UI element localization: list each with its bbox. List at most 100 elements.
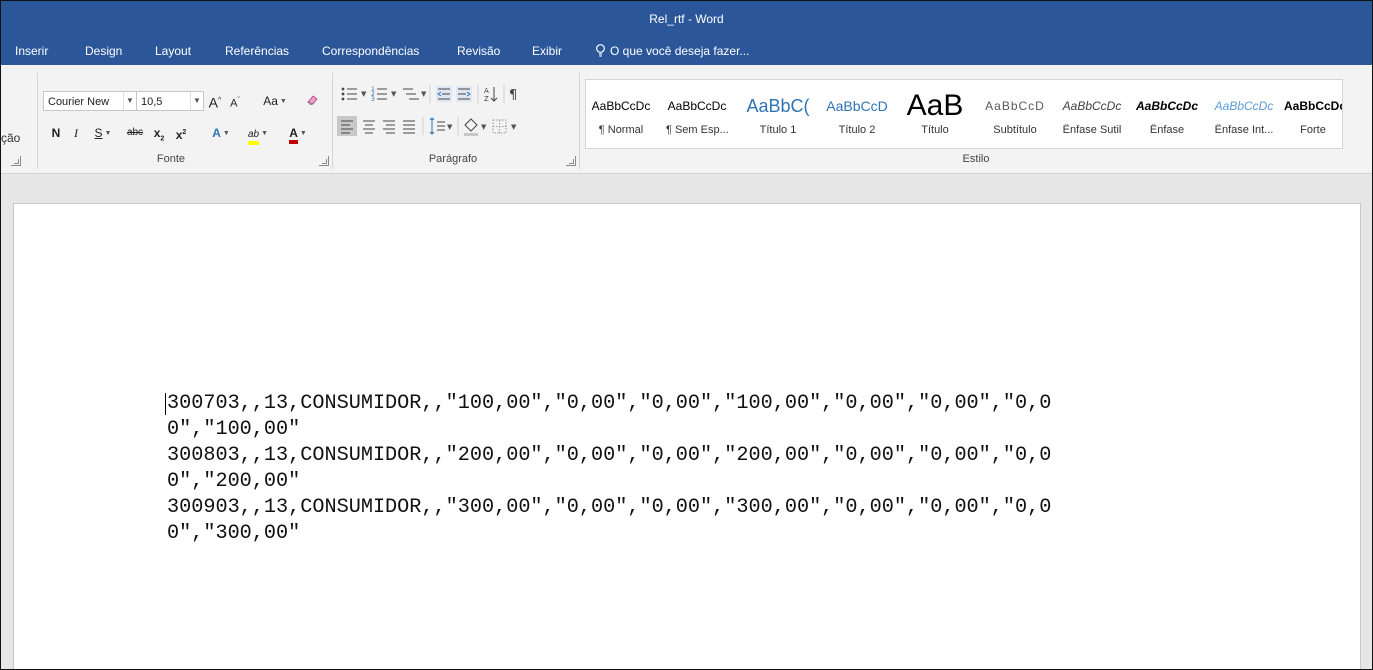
- tab-revisao[interactable]: Revisão: [457, 37, 500, 65]
- text-cursor: [165, 393, 166, 415]
- increase-indent-icon[interactable]: [456, 86, 472, 102]
- style-name: Título 2: [838, 124, 876, 136]
- style-subtitulo[interactable]: AaBbCcD Subtítulo: [980, 80, 1050, 148]
- pilcrow-icon[interactable]: ¶: [509, 88, 517, 103]
- font-color-button[interactable]: A ▼: [282, 122, 314, 144]
- style-sem-espacamento[interactable]: AaBbCcDc ¶ Sem Esp...: [666, 80, 728, 148]
- bold-button[interactable]: N: [47, 122, 65, 144]
- window-title: Rel_rtf - Word: [649, 12, 724, 26]
- decrease-indent-icon[interactable]: [436, 86, 452, 102]
- justify-icon[interactable]: [403, 120, 415, 134]
- tab-exibir[interactable]: Exibir: [532, 37, 562, 65]
- shading-icon[interactable]: ▼: [464, 118, 487, 136]
- style-name: Forte: [1300, 124, 1326, 136]
- superscript-button[interactable]: x2: [171, 122, 191, 144]
- tab-layout[interactable]: Layout: [155, 37, 191, 65]
- style-normal[interactable]: AaBbCcDc ¶ Normal: [590, 80, 652, 148]
- paragraph-launcher-icon[interactable]: [566, 156, 576, 166]
- underline-icon: S: [94, 126, 103, 140]
- tab-referencias[interactable]: Referências: [225, 37, 289, 65]
- clear-formatting-button[interactable]: [301, 90, 323, 112]
- style-titulo-1[interactable]: AaBbC( Título 1: [743, 80, 813, 148]
- style-name: Título 1: [759, 124, 797, 136]
- tab-design[interactable]: Design: [85, 37, 122, 65]
- style-titulo-2[interactable]: AaBbCcD Título 2: [822, 80, 892, 148]
- chevron-down-icon: ▼: [123, 92, 136, 110]
- chevron-down-icon: ▼: [190, 92, 203, 110]
- chevron-down-icon: ▼: [299, 130, 307, 137]
- styles-group-label: Estilo: [962, 153, 990, 165]
- italic-button[interactable]: I: [67, 122, 85, 144]
- style-name: Ênfase Int...: [1214, 124, 1274, 136]
- styles-gallery: AaBbCcDc ¶ Normal AaBbCcDc ¶ Sem Esp... …: [585, 79, 1343, 149]
- align-right-icon[interactable]: [383, 120, 395, 134]
- group-separator: [579, 73, 580, 169]
- style-sample: AaBbCcDc: [667, 99, 727, 113]
- style-name: Título: [921, 124, 949, 136]
- style-enfase-intensa[interactable]: AaBbCcDc Ênfase Int...: [1209, 80, 1279, 148]
- clipboard-group-partial-label: ção: [1, 131, 21, 145]
- font-name-value: Courier New: [48, 96, 110, 108]
- chevron-down-icon: ▼: [222, 130, 230, 137]
- style-sample: AaBbCcDc: [1284, 99, 1342, 113]
- style-enfase-sutil[interactable]: AaBbCcDc Ênfase Sutil: [1056, 80, 1128, 148]
- document-body[interactable]: 300703,,13,CONSUMIDOR,,"100,00","0,00","…: [167, 391, 1247, 547]
- grow-font-icon: A: [208, 94, 219, 111]
- font-launcher-icon[interactable]: [319, 156, 329, 166]
- svg-text:▼: ▼: [361, 90, 367, 98]
- highlight-button[interactable]: ab ▼: [241, 122, 275, 145]
- svg-text:Z: Z: [484, 95, 489, 103]
- borders-icon[interactable]: ▼: [492, 119, 517, 134]
- subscript-button[interactable]: x2: [149, 122, 169, 144]
- tell-me-box[interactable]: O que você deseja fazer...: [595, 37, 749, 65]
- group-separator: [37, 73, 38, 169]
- strikethrough-button[interactable]: abc: [123, 122, 147, 144]
- svg-text:▼: ▼: [511, 123, 517, 131]
- document-canvas: 300703,,13,CONSUMIDOR,,"100,00","0,00","…: [1, 174, 1372, 669]
- chevron-down-icon: ▼: [261, 130, 269, 137]
- clipboard-launcher-icon[interactable]: [11, 156, 21, 166]
- style-titulo[interactable]: AaB Título: [899, 80, 971, 148]
- underline-button[interactable]: S ▼: [88, 122, 118, 144]
- text-effects-button[interactable]: A ▼: [206, 122, 236, 144]
- shrink-font-button[interactable]: Aˇ: [227, 90, 243, 112]
- numbering-icon[interactable]: 1 2 3 ▼: [371, 86, 397, 103]
- title-bar: Rel_rtf - Word: [1, 1, 1372, 37]
- change-case-icon: Aa: [263, 94, 278, 108]
- group-separator: [332, 73, 333, 169]
- style-sample: AaBbCcDc: [1214, 99, 1274, 113]
- style-sample: AaBbCcDc: [1135, 99, 1198, 113]
- tab-correspondencias[interactable]: Correspondências: [322, 37, 419, 65]
- document-page[interactable]: 300703,,13,CONSUMIDOR,,"100,00","0,00","…: [13, 203, 1361, 669]
- font-name-combo[interactable]: Courier New ▼: [43, 91, 137, 111]
- tab-inserir[interactable]: Inserir: [15, 37, 48, 65]
- align-center-icon[interactable]: [363, 120, 375, 134]
- sort-icon[interactable]: A Z: [484, 87, 498, 103]
- font-group-label: Fonte: [156, 153, 186, 165]
- change-case-button[interactable]: Aa ▼: [257, 90, 293, 112]
- document-line: 0","100,00": [167, 418, 301, 441]
- style-forte[interactable]: AaBbCcDc Forte: [1284, 80, 1342, 148]
- style-enfase[interactable]: AaBbCcDc Ênfase: [1132, 80, 1202, 148]
- document-line: 300703,,13,CONSUMIDOR,,"100,00","0,00","…: [167, 392, 1052, 415]
- text-effects-icon: A: [212, 126, 221, 140]
- tell-me-placeholder: O que você deseja fazer...: [610, 44, 750, 58]
- grow-font-button[interactable]: A^: [207, 90, 223, 112]
- highlighter-icon: ab: [247, 129, 260, 145]
- svg-text:▼: ▼: [391, 90, 397, 98]
- multilevel-list-icon[interactable]: ▼: [403, 88, 427, 100]
- style-name: Ênfase: [1149, 124, 1185, 136]
- align-left-icon[interactable]: [337, 116, 357, 136]
- ribbon-tabs: Inserir Design Layout Referências Corres…: [1, 37, 1372, 65]
- font-size-value: 10,5: [141, 96, 163, 108]
- line-spacing-icon[interactable]: ▼: [429, 117, 453, 135]
- style-sample: AaBbCcD: [985, 99, 1045, 113]
- chevron-down-icon: ▼: [279, 98, 287, 105]
- paragraph-controls: ▼ 1 2 3 ▼ ▼ A Z ¶ ▼ ▼ ▼: [337, 85, 517, 136]
- font-size-combo[interactable]: 10,5 ▼: [136, 91, 204, 111]
- style-name: ¶ Normal: [598, 124, 644, 136]
- bullets-icon[interactable]: ▼: [341, 87, 367, 101]
- chevron-down-icon: ▼: [104, 130, 112, 137]
- style-name: Ênfase Sutil: [1062, 124, 1122, 136]
- document-line: 0","300,00": [167, 522, 301, 545]
